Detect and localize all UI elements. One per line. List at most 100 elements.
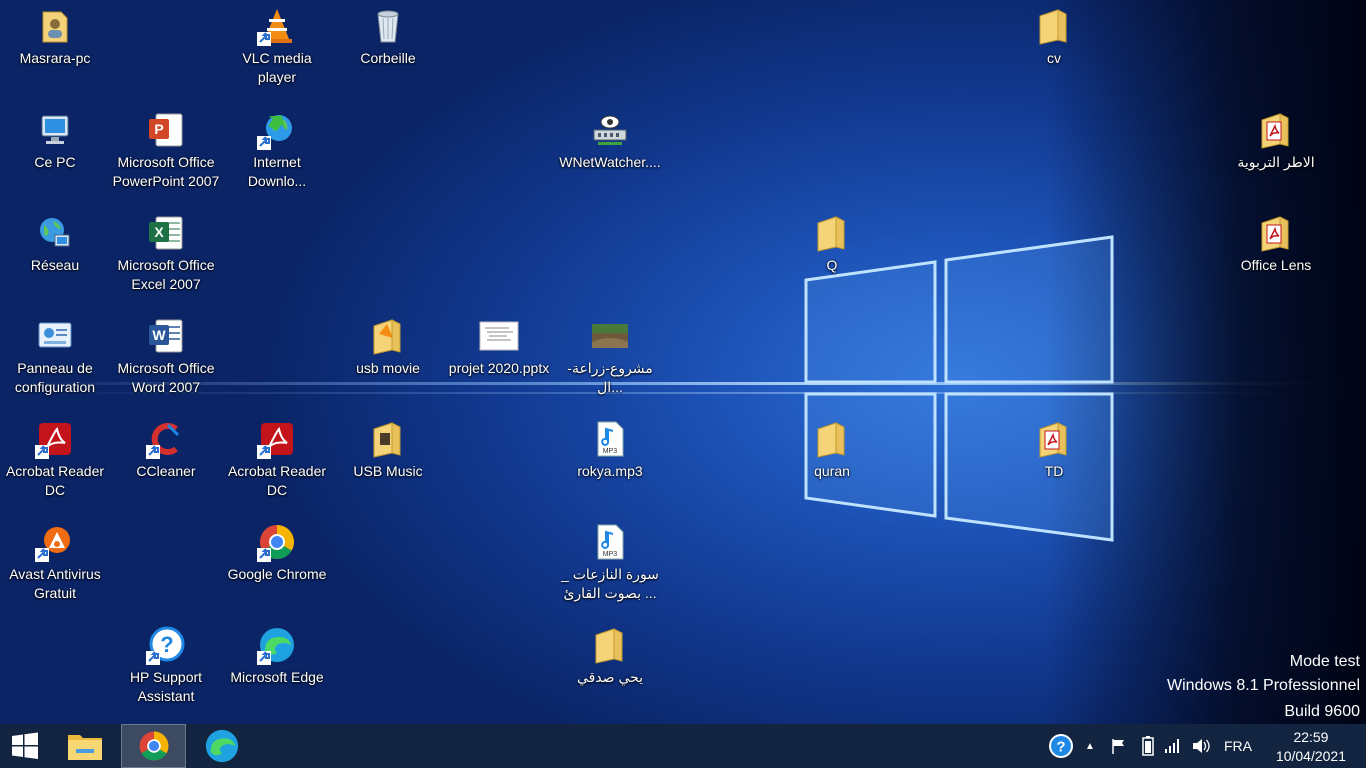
watermark-build: Build 9600 — [1284, 703, 1360, 720]
ccleaner-icon — [146, 423, 180, 459]
start-button[interactable] — [0, 724, 50, 768]
folder-icon — [373, 422, 401, 458]
icon-label: WNetWatcher.... — [559, 154, 661, 170]
desktop-icon-projet-2020[interactable]: projet 2020.pptx — [445, 316, 553, 378]
svg-text:?: ? — [1056, 739, 1065, 756]
chrome-icon — [257, 525, 294, 562]
desktop-icon-quran[interactable]: quran — [778, 419, 886, 481]
desktop-icon-mashrou[interactable]: مشروع-زراعة-ال... — [556, 316, 664, 397]
mp3-file-icon: MP3 — [597, 524, 624, 560]
icon-label: Acrobat Reader DC — [5, 463, 105, 498]
desktop-icon-excel[interactable]: X Microsoft Office Excel 2007 — [112, 213, 220, 294]
signal-bars-icon — [1165, 739, 1179, 753]
desktop-icon-office-lens[interactable]: Office Lens — [1222, 213, 1330, 275]
chrome-taskbar-button[interactable] — [121, 724, 186, 768]
folder-icon — [817, 422, 845, 458]
icon-label: VLC media player — [242, 50, 312, 85]
battery-icon — [1142, 736, 1154, 756]
desktop-icon-usb-music[interactable]: USB Music — [334, 419, 442, 481]
icon-label: Google Chrome — [227, 566, 327, 582]
icon-label: rokya.mp3 — [577, 463, 643, 479]
pdf-folder-icon — [1039, 422, 1067, 458]
folder-icon — [373, 319, 401, 355]
desktop-icon-internet-download-manager[interactable]: Internet Downlo... — [223, 110, 331, 191]
pdf-folder-icon — [1261, 216, 1289, 252]
desktop: Masrara-pc Ce PC Réseau Panneau de confi… — [0, 0, 1366, 724]
edge-icon — [257, 628, 294, 665]
desktop-icon-q[interactable]: Q — [778, 213, 886, 275]
excel-icon: X — [149, 216, 183, 250]
desktop-icon-powerpoint[interactable]: P Microsoft Office PowerPoint 2007 — [112, 110, 220, 191]
chevron-up-icon: ▲ — [1085, 740, 1095, 752]
svg-text:MP3: MP3 — [603, 551, 618, 558]
clock[interactable]: 22:59 10/04/2021 — [1276, 728, 1346, 766]
desktop-icon-acrobat-reader-dc[interactable]: Acrobat Reader DC — [1, 419, 109, 500]
folder-icon — [595, 628, 623, 664]
speaker-icon — [1193, 739, 1210, 753]
show-hidden-icons-button[interactable]: ▲ — [1080, 724, 1100, 768]
icon-label: Réseau — [30, 257, 80, 273]
desktop-icon-surat-mp3[interactable]: MP3 سورة النازعات _ بصوت القارئ ... — [556, 522, 664, 603]
input-language-button[interactable]: FRA — [1220, 724, 1256, 768]
desktop-icon-reseau[interactable]: Réseau — [1, 213, 109, 275]
desktop-icon-cv[interactable]: cv — [1000, 6, 1108, 68]
svg-text:P: P — [154, 121, 163, 137]
battery-button[interactable] — [1136, 724, 1160, 768]
taskbar: ? ▲ FRA 22:59 10/04/2021 — [0, 724, 1366, 768]
desktop-icon-word[interactable]: W Microsoft Office Word 2007 — [112, 316, 220, 397]
icon-label: Internet Downlo... — [247, 154, 307, 189]
pdf-folder-icon — [1261, 113, 1289, 149]
icon-label: Office Lens — [1240, 257, 1312, 273]
icon-label: الاطر التربوية — [1237, 154, 1315, 170]
icon-label: Avast Antivirus Gratuit — [9, 566, 101, 601]
icon-label: quran — [814, 463, 850, 479]
folder-icon — [1039, 9, 1067, 45]
icon-label: Ce PC — [34, 154, 76, 170]
desktop-icon-panneau-de-configuration[interactable]: Panneau de configuration — [1, 316, 109, 397]
desktop-icon-acrobat-reader-dc-2[interactable]: Acrobat Reader DC — [223, 419, 331, 500]
file-explorer-taskbar-button[interactable] — [60, 724, 110, 768]
icon-label: USB Music — [353, 463, 423, 479]
action-center-button[interactable] — [1106, 724, 1132, 768]
icon-label: Microsoft Office Excel 2007 — [117, 257, 215, 292]
icon-label: cv — [1047, 50, 1061, 66]
globe-download-icon — [257, 115, 292, 150]
desktop-icon-usb-movie[interactable]: usb movie — [334, 316, 442, 378]
computer-icon — [41, 115, 69, 144]
volume-button[interactable] — [1188, 724, 1214, 768]
network-button[interactable] — [1160, 724, 1184, 768]
svg-text:MP3: MP3 — [603, 448, 618, 455]
icon-label: Microsoft Office Word 2007 — [117, 360, 215, 395]
icon-label: HP Support Assistant — [129, 669, 203, 704]
help-question-icon: ? — [1049, 734, 1073, 758]
desktop-icon-avast[interactable]: Avast Antivirus Gratuit — [1, 522, 109, 603]
acrobat-icon — [35, 423, 71, 459]
edge-taskbar-button[interactable] — [196, 724, 248, 768]
clock-time: 22:59 — [1293, 729, 1329, 745]
image-thumbnail-icon — [592, 324, 628, 348]
desktop-icon-masrara-pc[interactable]: Masrara-pc — [1, 6, 109, 68]
mp3-file-icon: MP3 — [597, 421, 624, 457]
chrome-icon — [139, 731, 168, 761]
word-icon: W — [149, 319, 183, 353]
desktop-icon-corbeille[interactable]: Corbeille — [334, 6, 442, 68]
desktop-icon-ce-pc[interactable]: Ce PC — [1, 110, 109, 172]
desktop-icon-hp-support-assistant[interactable]: ? HP Support Assistant — [112, 625, 220, 706]
svg-text:?: ? — [160, 632, 173, 657]
desktop-icon-vlc[interactable]: VLC media player — [223, 6, 331, 87]
acrobat-icon — [257, 423, 293, 459]
desktop-icon-google-chrome[interactable]: Google Chrome — [223, 522, 331, 584]
desktop-icon-yahya[interactable]: يحي صدقي — [556, 625, 664, 687]
desktop-icon-microsoft-edge[interactable]: Microsoft Edge — [223, 625, 331, 687]
windows-logo-icon — [12, 732, 38, 759]
desktop-icon-wnetwatcher[interactable]: WNetWatcher.... — [556, 110, 664, 172]
desktop-icon-atr-tarbawiya[interactable]: الاطر التربوية — [1222, 110, 1330, 172]
desktop-icon-rokya-mp3[interactable]: MP3 rokya.mp3 — [556, 419, 664, 481]
desktop-icon-ccleaner[interactable]: CCleaner — [112, 419, 220, 481]
icon-label: Microsoft Office PowerPoint 2007 — [112, 154, 220, 189]
icon-label: projet 2020.pptx — [448, 360, 550, 376]
recycle-bin-icon — [377, 10, 399, 43]
network-watcher-icon — [593, 115, 627, 145]
desktop-icon-td[interactable]: TD — [1000, 419, 1108, 481]
hp-support-tray-button[interactable]: ? — [1046, 724, 1076, 768]
